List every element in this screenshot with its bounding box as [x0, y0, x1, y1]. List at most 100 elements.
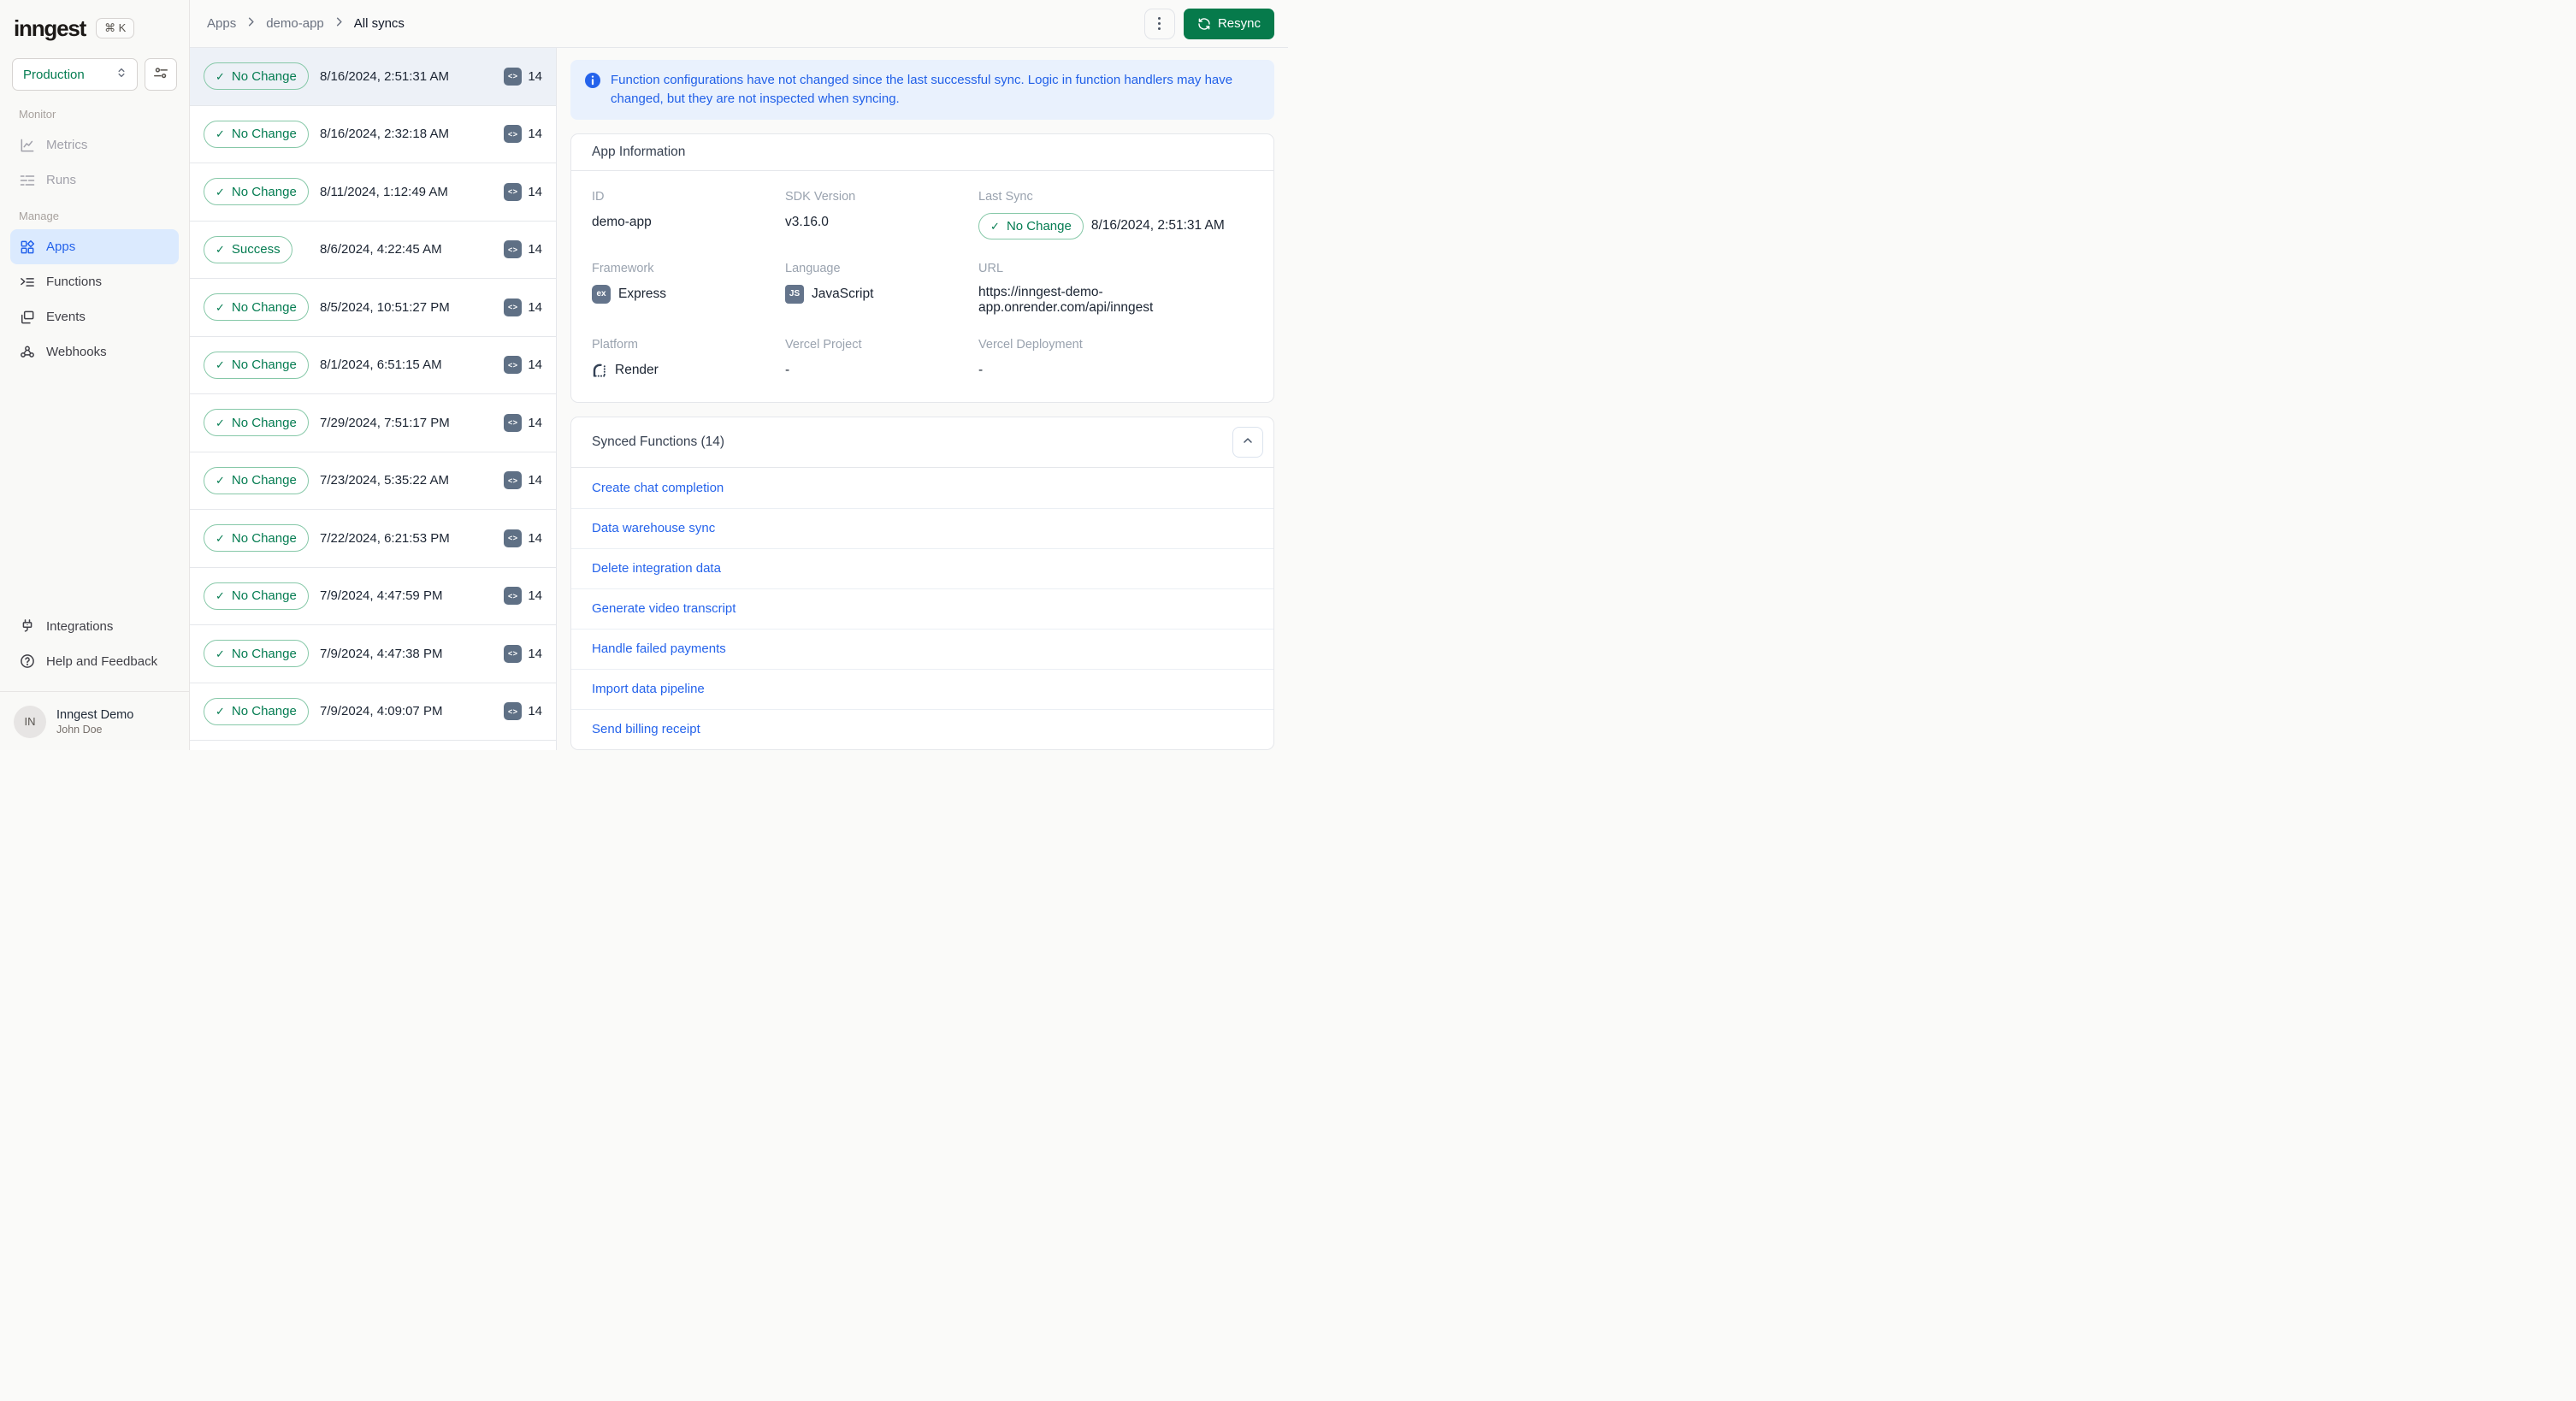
- sidebar-item-runs[interactable]: Runs: [10, 163, 179, 198]
- sidebar-item-metrics[interactable]: Metrics: [10, 127, 179, 163]
- function-count: 14: [528, 415, 542, 430]
- function-count: 14: [528, 68, 542, 84]
- app-info-field: Vercel Deployment -: [978, 338, 1253, 380]
- function-count: 14: [528, 127, 542, 142]
- sync-status-badge: ✓ No Change: [204, 582, 309, 610]
- code-icon: <>: [504, 413, 523, 432]
- sidebar-item-functions[interactable]: Functions: [10, 264, 179, 299]
- breadcrumb-all-syncs: All syncs: [353, 16, 405, 31]
- sync-timestamp: 8/6/2024, 4:22:45 AM: [320, 242, 442, 257]
- user-menu[interactable]: IN Inngest Demo John Doe: [0, 692, 189, 742]
- environment-select[interactable]: Production: [12, 58, 138, 91]
- function-link[interactable]: Send billing receipt: [592, 722, 700, 736]
- field-value: -: [785, 362, 790, 377]
- sidebar-item-label: Functions: [46, 275, 103, 289]
- function-count: 14: [528, 646, 542, 661]
- sync-status-label: No Change: [231, 184, 297, 199]
- sidebar-item-label: Runs: [46, 173, 77, 187]
- environment-settings-button[interactable]: [145, 58, 177, 91]
- code-icon: <>: [504, 125, 523, 144]
- check-icon: ✓: [216, 127, 225, 141]
- sync-status-badge: ✓ No Change: [204, 409, 309, 437]
- info-banner: Function configurations have not changed…: [570, 60, 1274, 120]
- sync-status-label: No Change: [231, 473, 297, 488]
- sidebar-item-events[interactable]: Events: [10, 299, 179, 334]
- field-value: JavaScript: [812, 286, 874, 301]
- code-icon: <>: [504, 702, 523, 721]
- sidebar-item-help[interactable]: Help and Feedback: [10, 644, 179, 679]
- sync-list-item[interactable]: ✓ No Change 7/9/2024, 4:47:59 PM <> 14: [190, 567, 556, 625]
- field-label: URL: [978, 261, 1004, 275]
- code-icon: <>: [504, 182, 523, 201]
- sidebar: inngest ⌘ K Production Monitor Metrics R…: [0, 0, 190, 750]
- field-value: demo-app: [592, 214, 652, 229]
- sync-list-item[interactable]: ✓ No Change 8/1/2024, 6:51:15 AM <> 14: [190, 336, 556, 394]
- sync-status-badge: ✓ No Change: [204, 351, 309, 379]
- field-value: Render: [615, 362, 659, 377]
- apps-grid-icon: [19, 239, 36, 256]
- function-count: 14: [528, 184, 542, 199]
- breadcrumb-demo-app[interactable]: demo-app: [266, 16, 324, 31]
- chevron-right-icon: [245, 15, 257, 32]
- check-icon: ✓: [216, 243, 225, 257]
- functions-icon: [19, 274, 36, 291]
- chevron-right-icon: [333, 15, 346, 32]
- sidebar-item-webhooks[interactable]: Webhooks: [10, 334, 179, 369]
- sync-list-item[interactable]: ✓ No Change 7/9/2024, 4:09:07 PM <> 14: [190, 683, 556, 741]
- app-information-card: App Information ID demo-app SDK Version: [570, 133, 1274, 403]
- function-link[interactable]: Delete integration data: [592, 561, 721, 576]
- topbar: Apps demo-app All syncs Resync: [190, 0, 1288, 48]
- sidebar-item-label: Integrations: [46, 618, 114, 634]
- function-link[interactable]: Handle failed payments: [592, 641, 726, 656]
- function-link[interactable]: Import data pipeline: [592, 682, 705, 696]
- metrics-chart-icon: [19, 137, 36, 154]
- function-count: 14: [528, 242, 542, 257]
- sync-list-item[interactable]: ✓ No Change 7/22/2024, 6:21:53 PM <> 14: [190, 510, 556, 568]
- synced-function-row: Generate video transcript: [571, 588, 1273, 629]
- sync-status-label: No Change: [231, 588, 297, 604]
- user-name: John Doe: [56, 723, 103, 736]
- sync-timestamp: 8/16/2024, 2:32:18 AM: [320, 127, 449, 142]
- resync-button[interactable]: Resync: [1183, 8, 1274, 39]
- more-options-button[interactable]: [1143, 8, 1175, 39]
- synced-functions-title: Synced Functions (14): [592, 434, 725, 449]
- breadcrumb-apps[interactable]: Apps: [207, 16, 236, 31]
- function-link[interactable]: Generate video transcript: [592, 601, 736, 616]
- code-icon: <>: [504, 471, 523, 490]
- function-link[interactable]: Data warehouse sync: [592, 521, 715, 535]
- sync-list-item[interactable]: ✓ No Change 7/9/2024, 4:47:38 PM <> 14: [190, 625, 556, 683]
- sync-list-item[interactable]: ✓ No Change 7/29/2024, 7:51:17 PM <> 14: [190, 394, 556, 452]
- command-palette-shortcut[interactable]: ⌘ K: [96, 18, 135, 38]
- function-link[interactable]: Create chat completion: [592, 481, 724, 495]
- synced-function-row: Create chat completion: [571, 468, 1273, 508]
- info-banner-text: Function configurations have not changed…: [611, 73, 1233, 106]
- chevron-up-down-icon: [115, 66, 128, 83]
- sync-status-badge: ✓ No Change: [204, 293, 309, 322]
- sync-list-item[interactable]: ✓ No Change 7/23/2024, 5:35:22 AM <> 14: [190, 452, 556, 510]
- info-icon: [584, 71, 601, 109]
- field-value: -: [978, 362, 984, 377]
- nav-section-monitor: Monitor: [19, 108, 56, 121]
- sync-timestamp: 8/16/2024, 2:51:31 AM: [320, 68, 449, 84]
- synced-functions-list: Create chat completion Data warehouse sy…: [571, 468, 1273, 749]
- check-icon: ✓: [216, 589, 225, 603]
- sidebar-item-apps[interactable]: Apps: [10, 229, 179, 264]
- sync-status-label: No Change: [231, 415, 297, 430]
- app-info-field: Language JS JavaScript: [785, 262, 978, 316]
- check-icon: ✓: [216, 705, 225, 718]
- sync-icon: [1197, 17, 1211, 31]
- sync-history-list: ✓ No Change 8/16/2024, 2:51:31 AM <> 14 …: [190, 48, 557, 750]
- sidebar-item-integrations[interactable]: Integrations: [10, 609, 179, 644]
- function-count: 14: [528, 588, 542, 604]
- sync-list-item[interactable]: ✓ No Change 8/11/2024, 1:12:49 AM <> 14: [190, 163, 556, 222]
- field-label: Last Sync: [978, 189, 1033, 204]
- sync-list-item[interactable]: ✓ Success 8/6/2024, 4:22:45 AM <> 14: [190, 221, 556, 279]
- field-label: Platform: [592, 337, 638, 352]
- sync-list-item[interactable]: ✓ No Change 8/16/2024, 2:51:31 AM <> 14: [190, 48, 556, 106]
- sync-list-item[interactable]: ✓ No Change 8/5/2024, 10:51:27 PM <> 14: [190, 279, 556, 337]
- collapse-button[interactable]: [1232, 426, 1263, 458]
- sync-timestamp: 8/1/2024, 6:51:15 AM: [320, 358, 442, 373]
- sync-list-item[interactable]: ✓ No Change 8/16/2024, 2:32:18 AM <> 14: [190, 105, 556, 163]
- field-label: SDK Version: [785, 189, 856, 204]
- sync-status-badge: ✓ No Change: [204, 524, 309, 553]
